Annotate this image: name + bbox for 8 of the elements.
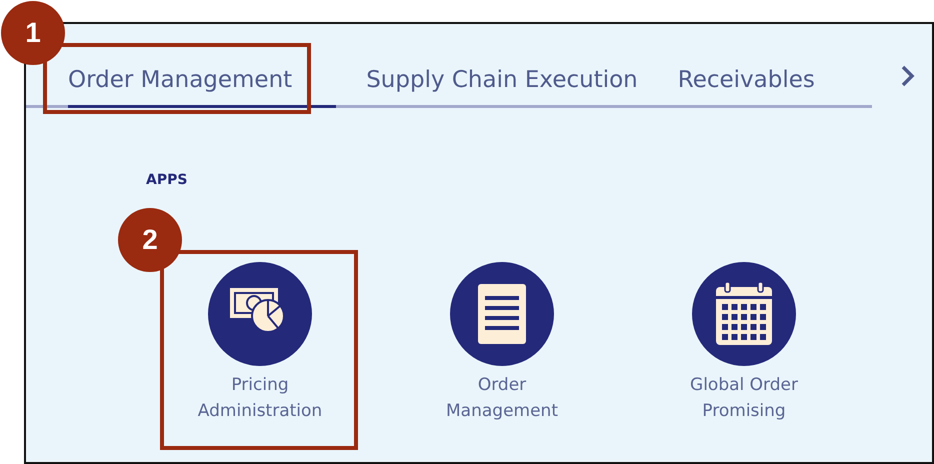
app-label[interactable]: Global Order Promising	[664, 372, 824, 424]
tab[interactable]: Receivables	[678, 67, 825, 108]
step-badge: 1	[1, 1, 65, 65]
tab[interactable]: Supply Chain Execution	[366, 67, 648, 108]
app-label[interactable]: Order Management	[422, 372, 582, 424]
app-label[interactable]: Pricing Administration	[180, 372, 340, 424]
section-title: APPS	[146, 172, 188, 188]
tab[interactable]: Order Management	[68, 67, 336, 108]
